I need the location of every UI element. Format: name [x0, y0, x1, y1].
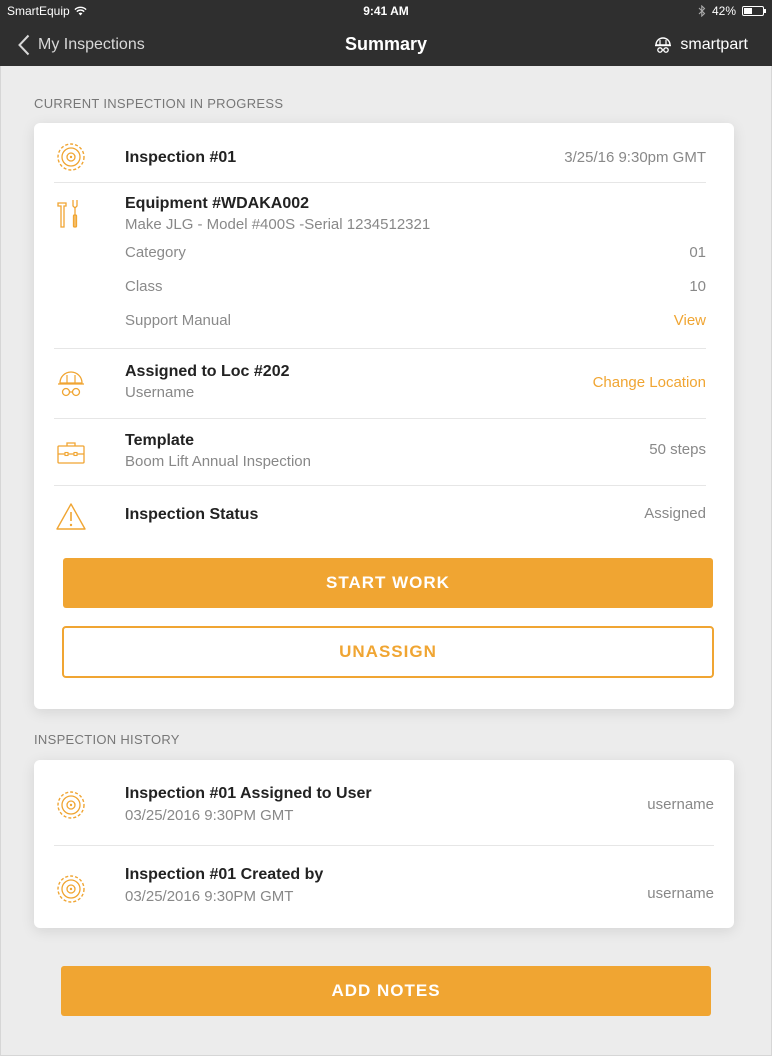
class-label: Class: [125, 278, 163, 295]
history-item[interactable]: Inspection #01 Created by 03/25/2016 9:3…: [54, 846, 714, 928]
inspection-date: 3/25/16 9:30pm GMT: [564, 149, 706, 166]
template-name: Boom Lift Annual Inspection: [125, 453, 311, 470]
template-steps: 50 steps: [649, 441, 706, 458]
chevron-left-icon: [18, 34, 30, 56]
status-right: 42%: [698, 4, 766, 18]
back-label: My Inspections: [38, 36, 145, 53]
history-item[interactable]: Inspection #01 Assigned to User 03/25/20…: [54, 760, 714, 846]
hardhat-worker-icon: [58, 371, 84, 397]
navigation-bar: My Inspections Summary smartpart: [0, 22, 772, 66]
history-item-user: username: [647, 885, 714, 902]
history-item-user: username: [647, 796, 714, 813]
inspection-row[interactable]: Inspection #01 3/25/16 9:30pm GMT: [54, 123, 706, 183]
wifi-icon: [74, 6, 87, 16]
status-value: Assigned: [644, 505, 706, 522]
current-section-label: CURRENT INSPECTION IN PROGRESS: [34, 96, 284, 111]
saw-blade-icon: [57, 143, 85, 171]
view-manual-link[interactable]: View: [674, 312, 706, 329]
category-value: 01: [689, 244, 706, 261]
assigned-username: Username: [125, 384, 195, 401]
template-row[interactable]: Template Boom Lift Annual Inspection 50 …: [54, 419, 706, 486]
equipment-row: Equipment #WDAKA002 Make JLG - Model #40…: [54, 183, 706, 349]
unassign-button[interactable]: UNASSIGN: [62, 626, 714, 678]
back-button[interactable]: My Inspections: [18, 34, 145, 56]
history-item-date: 03/25/2016 9:30PM GMT: [125, 888, 294, 905]
current-inspection-card: Inspection #01 3/25/16 9:30pm GMT Equipm…: [34, 123, 734, 709]
history-card: Inspection #01 Assigned to User 03/25/20…: [34, 760, 734, 928]
equipment-title: Equipment #WDAKA002: [125, 195, 310, 212]
history-section-label: INSPECTION HISTORY: [34, 732, 180, 747]
battery-icon: [742, 6, 766, 16]
class-value: 10: [689, 278, 706, 295]
status-time: 9:41 AM: [363, 4, 409, 18]
battery-percent: 42%: [711, 4, 736, 18]
carrier-info: SmartEquip: [7, 4, 87, 18]
brand[interactable]: smartpart: [653, 35, 748, 55]
tools-icon: [57, 200, 78, 228]
history-item-title: Inspection #01 Assigned to User: [125, 785, 372, 802]
status-title: Inspection Status: [125, 506, 259, 523]
inspection-title: Inspection #01: [125, 149, 237, 166]
status-bar: SmartEquip 9:41 AM 42%: [0, 0, 772, 22]
saw-blade-icon: [57, 875, 85, 903]
change-location-link[interactable]: Change Location: [593, 374, 706, 391]
assigned-title: Assigned to Loc #202: [125, 363, 290, 380]
template-title: Template: [125, 432, 195, 449]
history-item-title: Inspection #01 Created by: [125, 866, 324, 883]
start-work-button[interactable]: START WORK: [63, 558, 713, 608]
support-manual-label: Support Manual: [125, 312, 231, 329]
equipment-subtitle: Make JLG - Model #400S -Serial 123451232…: [125, 216, 431, 233]
history-item-date: 03/25/2016 9:30PM GMT: [125, 807, 294, 824]
category-label: Category: [125, 244, 186, 261]
carrier-name: SmartEquip: [7, 4, 70, 18]
saw-blade-icon: [57, 791, 85, 819]
assigned-row: Assigned to Loc #202 Username Change Loc…: [54, 349, 706, 419]
bluetooth-icon: [698, 5, 706, 17]
warning-icon: [56, 503, 86, 530]
add-notes-button[interactable]: ADD NOTES: [61, 966, 711, 1016]
brand-name: smartpart: [680, 36, 748, 53]
toolbox-icon: [57, 442, 85, 464]
hardhat-icon: [655, 37, 672, 53]
status-row: Inspection Status Assigned: [54, 486, 706, 546]
